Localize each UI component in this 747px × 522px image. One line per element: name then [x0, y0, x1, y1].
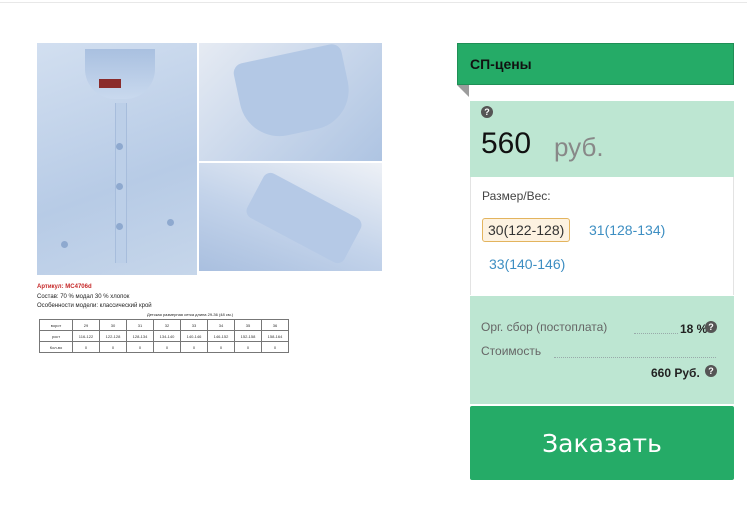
size-option-33[interactable]: 33(140-146) [484, 253, 570, 275]
cost-label: Стоимость [481, 344, 542, 358]
price-block: ? 560 руб. [470, 101, 734, 177]
price-currency: руб. [554, 132, 604, 162]
product-article: Артикул: МС4706d [37, 284, 92, 290]
cost-value: 660 Руб. [651, 366, 700, 380]
top-divider [0, 0, 747, 3]
ribbon-fold [457, 85, 469, 97]
org-fee-label: Орг. сбор (постоплата) [481, 320, 608, 334]
table-row: Кол-во 0 0 0 0 0 0 0 0 [39, 341, 289, 353]
size-table-title: Детская размерная сетка длина 29-36 (48 … [147, 312, 234, 317]
shirt-front-photo [37, 43, 197, 275]
shirt-collar-photo [199, 42, 382, 161]
price-card: СП-цены ? 560 руб. Размер/Вес: 30(122-12… [457, 43, 734, 483]
card-header: СП-цены [457, 43, 734, 85]
size-option-30[interactable]: 30(122-128) [482, 218, 571, 242]
size-table: ворот 29 30 31 32 33 34 35 36 рост 116-1… [39, 319, 289, 353]
help-icon[interactable]: ? [705, 365, 717, 377]
help-icon[interactable]: ? [481, 106, 493, 118]
product-image[interactable]: Артикул: МС4706d Состав: 70 % модал 30 %… [37, 42, 382, 353]
size-label: Размер/Вес: [482, 189, 551, 203]
table-row: ворот 29 30 31 32 33 34 35 36 [39, 319, 289, 331]
price-amount: 560 [481, 127, 532, 160]
size-option-31[interactable]: 31(128-134) [584, 219, 670, 241]
shirt-cuff-photo [199, 163, 382, 271]
size-selector: Размер/Вес: 30(122-128) 31(128-134) 33(1… [470, 177, 734, 295]
org-fee-value: 18 % [680, 322, 708, 336]
table-row: рост 116-122 122-128 128-134 134-140 140… [39, 330, 289, 342]
card-title: СП-цены [470, 56, 532, 72]
product-features: Особенности модели: классический крой [37, 303, 152, 309]
help-icon[interactable]: ? [705, 321, 717, 333]
product-composition: Состав: 70 % модал 30 % хлопок [37, 294, 130, 300]
order-summary: Орг. сбор (постоплата) 18 % ? Стоимость … [470, 296, 734, 404]
order-button[interactable]: Заказать [470, 406, 734, 480]
